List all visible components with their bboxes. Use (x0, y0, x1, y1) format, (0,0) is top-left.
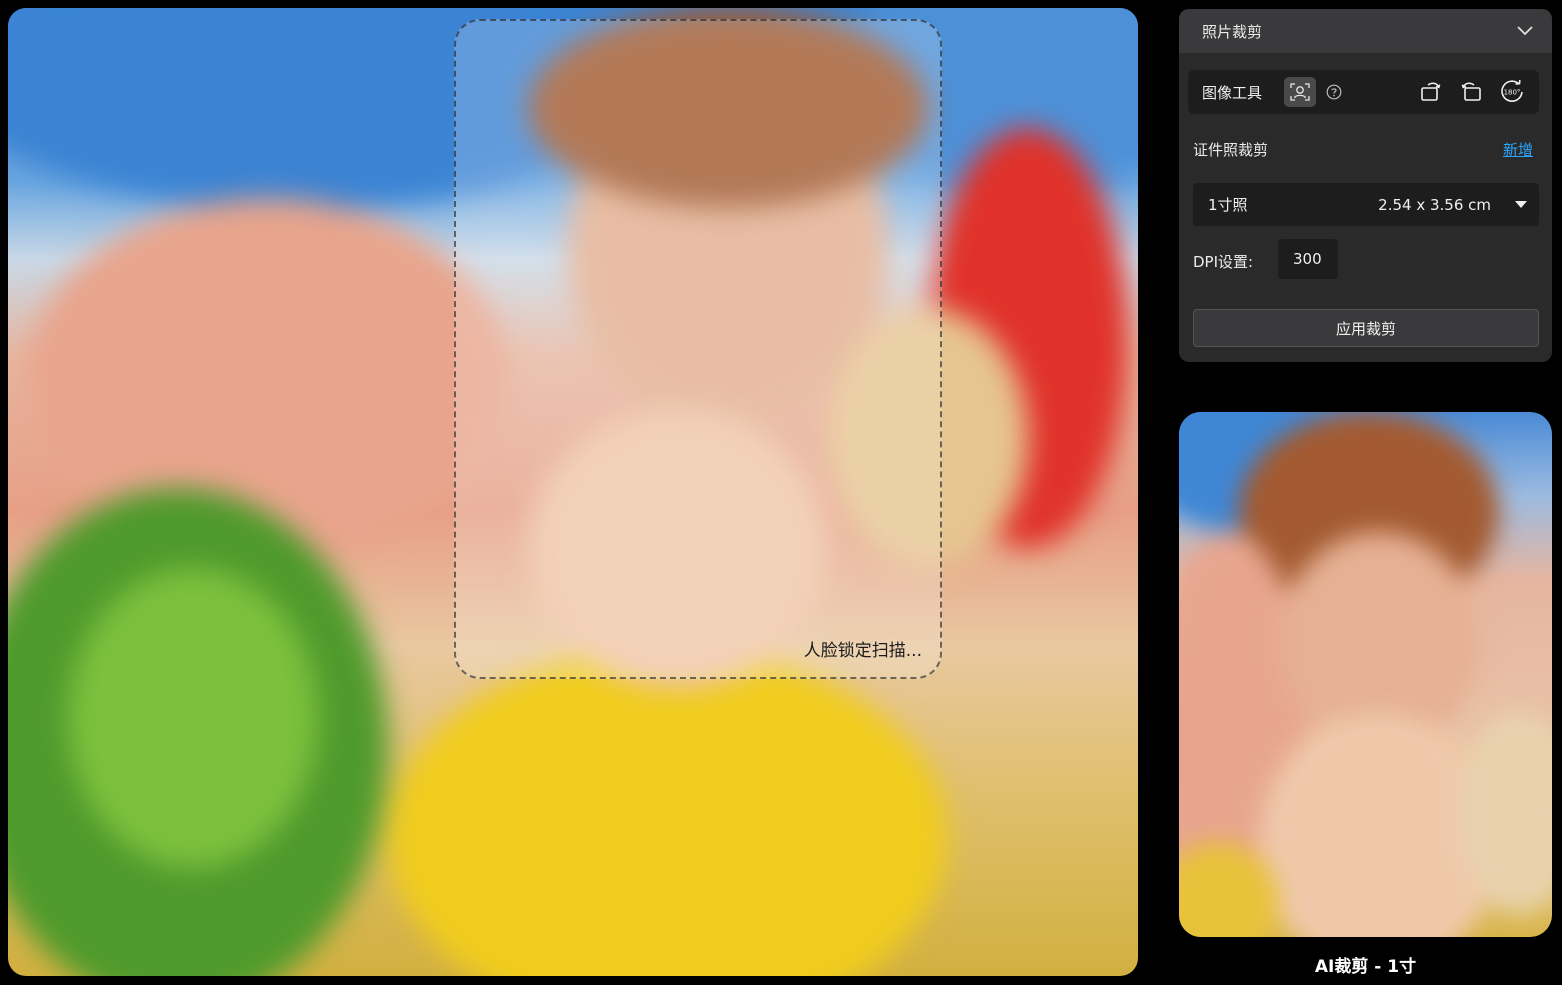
image-tools-bar: 图像工具 180° (1188, 70, 1539, 114)
apply-crop-button[interactable]: 应用裁剪 (1193, 309, 1539, 347)
help-icon[interactable] (1326, 84, 1342, 100)
preview-photo (1179, 412, 1552, 937)
photo-canvas[interactable]: 人脸锁定扫描... (8, 8, 1138, 976)
dpi-label: DPI设置: (1193, 253, 1254, 271)
dpi-input[interactable]: 300 (1278, 239, 1338, 279)
rotate-left-icon[interactable] (1419, 79, 1443, 105)
photo-size-select[interactable]: 1寸照 2.54 x 3.56 cm (1193, 183, 1539, 226)
rotate-right-icon[interactable] (1459, 79, 1483, 105)
caret-down-icon[interactable] (1515, 200, 1527, 209)
svg-text:180°: 180° (1504, 89, 1521, 97)
crop-frame[interactable]: 人脸锁定扫描... (454, 19, 942, 679)
size-name: 1寸照 (1208, 196, 1248, 214)
rotate-180-icon[interactable]: 180° (1499, 79, 1525, 105)
face-scan-status: 人脸锁定扫描... (803, 641, 922, 661)
face-portrait-icon[interactable] (1284, 77, 1317, 107)
add-preset-link[interactable]: 新增 (1503, 139, 1533, 160)
id-crop-label: 证件照裁剪 (1193, 141, 1269, 159)
image-tools-label: 图像工具 (1202, 83, 1263, 102)
chevron-down-icon[interactable] (1516, 25, 1534, 37)
photo-crop-panel: 照片裁剪 图像工具 180° 证件照裁剪 新增 1寸照 2.54 x 3.56 … (1179, 9, 1552, 362)
panel-header[interactable]: 照片裁剪 (1179, 9, 1552, 53)
size-dimensions: 2.54 x 3.56 cm (1378, 195, 1491, 214)
preview-caption: AI裁剪 - 1寸 (1314, 957, 1417, 977)
panel-title: 照片裁剪 (1202, 22, 1263, 41)
crop-preview (1179, 412, 1552, 937)
